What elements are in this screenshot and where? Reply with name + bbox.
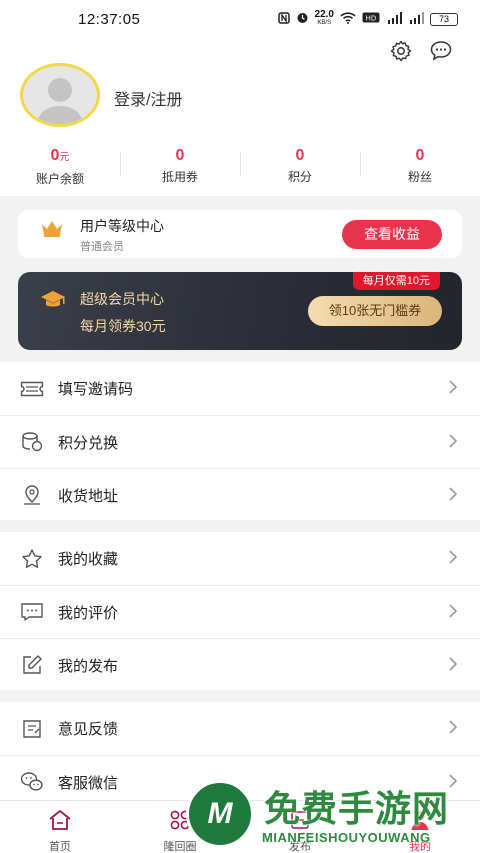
wifi-icon <box>340 11 356 27</box>
tab-home-label: 首页 <box>49 841 71 853</box>
menu-item-invite-code[interactable]: 填写邀请码 <box>0 362 480 415</box>
chevron-right-icon <box>448 486 458 507</box>
feedback-icon <box>18 717 46 741</box>
hd-icon: HD <box>362 12 380 26</box>
edit-icon <box>18 653 46 677</box>
nfc-icon <box>277 11 290 27</box>
chevron-right-icon <box>448 549 458 570</box>
status-icons: 22.0 KB/S HD 73 <box>277 9 458 28</box>
level-subtitle: 普通会员 <box>80 241 124 253</box>
menu-label: 客服微信 <box>58 774 119 792</box>
stat-vouchers-value: 0 <box>175 147 185 164</box>
menu-label: 我的评价 <box>58 604 119 622</box>
stat-vouchers[interactable]: 0 抵用券 <box>120 146 240 190</box>
chevron-right-icon <box>448 719 458 740</box>
watermark-title: 免费手游网 <box>264 788 450 829</box>
stat-vouchers-label: 抵用券 <box>161 170 198 184</box>
header-actions <box>388 38 454 64</box>
wechat-icon <box>18 770 46 794</box>
watermark-subtitle: MIANFEISHOUYOUWANG <box>262 830 431 845</box>
coins-icon <box>18 430 46 454</box>
menu-group-activity: 我的收藏 我的评价 我的发布 <box>0 532 480 690</box>
chevron-right-icon <box>448 379 458 400</box>
svg-text:HD: HD <box>366 15 377 23</box>
vip-price-tag: 每月仅需10元 <box>352 272 440 290</box>
stat-balance-label: 账户余额 <box>35 172 84 186</box>
signal-icon-1 <box>386 11 402 27</box>
stat-fans[interactable]: 0 粉丝 <box>360 146 480 190</box>
menu-item-shipping-address[interactable]: 收货地址 <box>0 468 480 521</box>
net-speed: 22.0 KB/S <box>314 9 334 27</box>
stat-fans-value: 0 <box>415 147 425 164</box>
menu-item-feedback[interactable]: 意见反馈 <box>0 702 480 755</box>
stat-balance[interactable]: 0元 账户余额 <box>0 146 120 190</box>
menu-item-favorites[interactable]: 我的收藏 <box>0 532 480 585</box>
battery-icon: 73 <box>430 12 458 26</box>
level-center-title: 用户等级中心 <box>80 218 164 234</box>
site-watermark: M 免费手游网 MIANFEISHOUYOUWANG <box>182 776 480 853</box>
menu-item-points-exchange[interactable]: 积分兑换 <box>0 415 480 468</box>
signal-icon-2 <box>408 11 424 27</box>
graduation-cap-icon <box>40 289 66 314</box>
menu-item-my-posts[interactable]: 我的发布 <box>0 638 480 691</box>
chevron-right-icon <box>448 433 458 454</box>
comment-icon <box>18 600 46 624</box>
vip-member-card[interactable]: 超级会员中心 每月领券30元 每月仅需10元 领10张无门槛券 <box>18 272 462 350</box>
stat-points-label: 积分 <box>287 170 312 184</box>
crown-icon <box>40 218 64 243</box>
claim-coupons-button[interactable]: 领10张无门槛券 <box>308 296 442 326</box>
menu-group-account: 填写邀请码 积分兑换 收货地址 <box>0 362 480 520</box>
menu-label: 我的收藏 <box>58 551 119 568</box>
status-bar: 12:37:05 22.0 KB/S HD 73 <box>0 0 480 38</box>
settings-icon[interactable] <box>388 38 414 64</box>
login-register-link[interactable]: 登录/注册 <box>114 86 182 110</box>
stat-balance-unit: 元 <box>59 152 70 163</box>
account-stats: 0元 账户余额 0 抵用券 0 积分 0 粉丝 <box>0 146 480 190</box>
status-time: 12:37:05 <box>78 10 141 28</box>
stat-fans-label: 粉丝 <box>407 170 432 184</box>
menu-label: 收货地址 <box>58 487 119 505</box>
view-earnings-button[interactable]: 查看收益 <box>342 220 442 249</box>
menu-label: 我的发布 <box>58 657 119 675</box>
chevron-right-icon <box>448 656 458 677</box>
stat-points-value: 0 <box>295 147 305 164</box>
chevron-right-icon <box>448 603 458 624</box>
menu-label: 积分兑换 <box>58 434 119 452</box>
menu-label: 填写邀请码 <box>58 381 134 398</box>
avatar[interactable] <box>20 63 100 127</box>
location-icon <box>18 483 46 507</box>
profile-header: 登录/注册 0元 账户余额 0 抵用券 0 积分 0 粉丝 <box>0 38 480 196</box>
message-icon[interactable] <box>428 38 454 64</box>
user-level-card[interactable]: 用户等级中心 普通会员 查看收益 <box>18 210 462 258</box>
alarm-icon <box>296 11 309 27</box>
home-icon <box>47 809 73 836</box>
ticket-icon <box>18 377 46 401</box>
stat-points[interactable]: 0 积分 <box>240 146 360 190</box>
watermark-logo: M <box>186 780 254 848</box>
tab-home[interactable]: 首页 <box>0 801 120 853</box>
vip-center-title: 超级会员中心 <box>80 291 164 307</box>
menu-label: 意见反馈 <box>58 721 119 738</box>
star-icon <box>18 547 46 571</box>
menu-item-reviews[interactable]: 我的评价 <box>0 585 480 638</box>
vip-subtitle: 每月领券30元 <box>80 318 166 334</box>
